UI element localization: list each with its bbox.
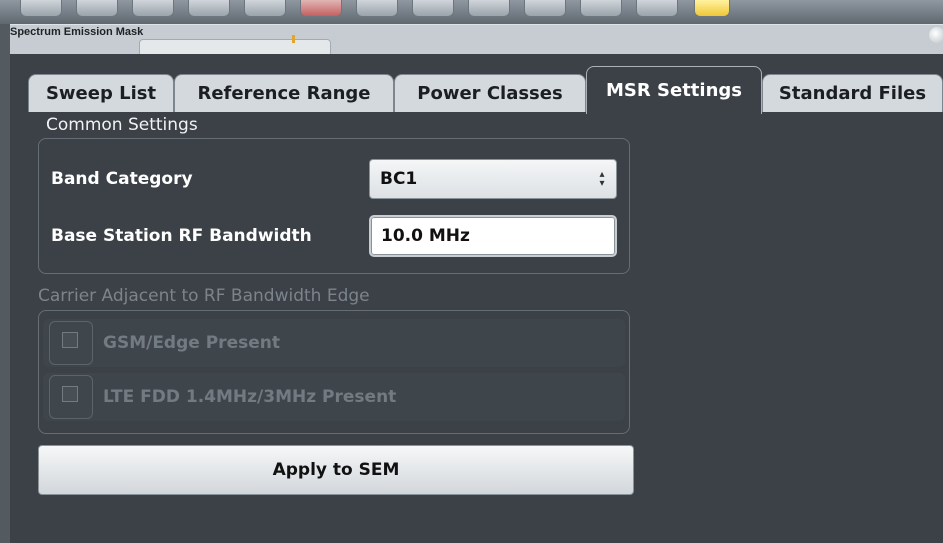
toolbar-button[interactable] (244, 0, 286, 17)
tab-power-classes[interactable]: Power Classes (394, 74, 586, 112)
carrier-adjacent-title: Carrier Adjacent to RF Bandwidth Edge (38, 286, 370, 306)
toolbar-button-marker[interactable] (300, 0, 342, 17)
toolbar (0, 0, 943, 24)
toolbar-button[interactable] (636, 0, 678, 17)
toolbar-button[interactable] (468, 0, 510, 17)
common-settings-title: Common Settings (46, 115, 198, 135)
background-window: Spectrum Emission Mask (4, 24, 943, 61)
lte-fdd-checkbox[interactable] (49, 375, 93, 419)
toolbar-button[interactable] (132, 0, 174, 17)
toolbar-button-highlight[interactable] (694, 0, 730, 17)
gsm-edge-checkbox[interactable] (49, 321, 93, 365)
tab-msr-settings[interactable]: MSR Settings (586, 66, 762, 114)
updown-arrow-icon: ▴ ▾ (599, 169, 605, 189)
window-control-icon[interactable] (929, 27, 943, 43)
toolbar-button[interactable] (356, 0, 398, 17)
tab-reference-range[interactable]: Reference Range (174, 74, 394, 112)
bandwidth-label: Base Station RF Bandwidth (51, 226, 312, 246)
left-edge-strip (0, 24, 10, 543)
band-category-label: Band Category (51, 169, 193, 189)
background-window-title: Spectrum Emission Mask (10, 26, 144, 38)
lte-fdd-label: LTE FDD 1.4MHz/3MHz Present (103, 387, 397, 407)
common-settings-group: Band Category BC1 ▴ ▾ Base Station RF Ban… (38, 138, 630, 274)
bandwidth-input[interactable]: 10.0 MHz (369, 215, 617, 257)
toolbar-button[interactable] (580, 0, 622, 17)
tab-bar: Sweep List Reference Range Power Classes… (28, 64, 943, 114)
toolbar-button[interactable] (524, 0, 566, 17)
gsm-edge-row: GSM/Edge Present (43, 319, 625, 367)
band-category-value: BC1 (380, 169, 418, 189)
tab-sweep-list[interactable]: Sweep List (28, 74, 174, 112)
toolbar-button[interactable] (76, 0, 118, 17)
marker-indicator (292, 35, 295, 43)
apply-to-sem-button[interactable]: Apply to SEM (38, 445, 634, 495)
toolbar-button[interactable] (20, 0, 62, 17)
gsm-edge-label: GSM/Edge Present (103, 333, 280, 353)
sem-settings-dialog: Sweep List Reference Range Power Classes… (10, 54, 943, 543)
tab-content: Common Settings Band Category BC1 ▴ ▾ Bas… (28, 114, 943, 543)
toolbar-button[interactable] (412, 0, 454, 17)
toolbar-button[interactable] (188, 0, 230, 17)
bandwidth-value: 10.0 MHz (381, 226, 470, 246)
lte-fdd-row: LTE FDD 1.4MHz/3MHz Present (43, 373, 625, 421)
band-category-select[interactable]: BC1 ▴ ▾ (369, 159, 617, 199)
screen: Spectrum Emission Mask Sweep List Refere… (0, 0, 943, 543)
carrier-adjacent-group: GSM/Edge Present LTE FDD 1.4MHz/3MHz Pre… (38, 310, 630, 434)
tab-standard-files[interactable]: Standard Files (762, 74, 943, 112)
